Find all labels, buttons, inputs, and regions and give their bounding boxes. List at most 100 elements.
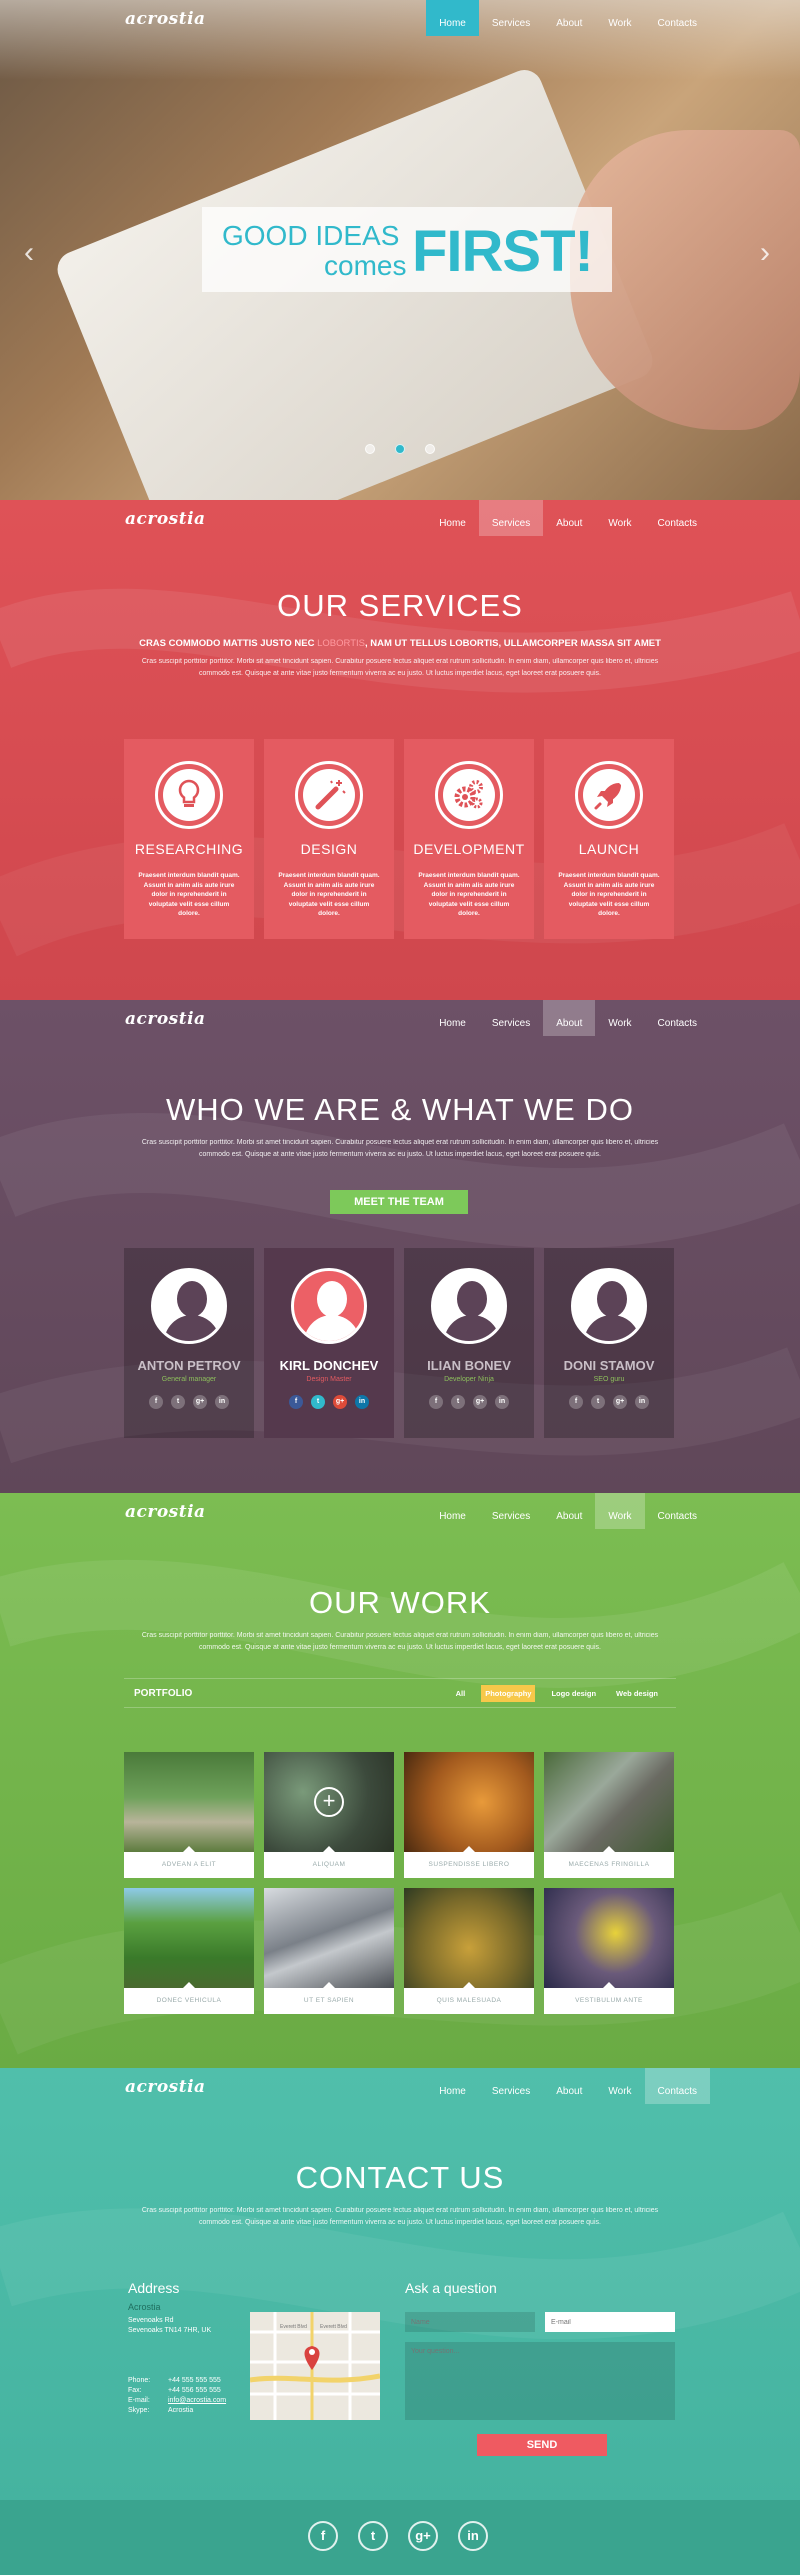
nav-home[interactable]: Home (426, 1000, 479, 1036)
linkedin-icon[interactable]: in (355, 1395, 369, 1409)
mountains-photo (264, 1888, 394, 1988)
work-text: Cras suscipit porttitor porttitor. Morbi… (141, 1632, 659, 1651)
logo[interactable]: acrostia (125, 9, 206, 29)
facebook-icon[interactable]: f (149, 1395, 163, 1409)
work-title: OUR WORK (309, 1585, 491, 1620)
facebook-icon[interactable]: f (429, 1395, 443, 1409)
logo[interactable]: acrostia (125, 1009, 206, 1029)
zoom-plus-icon[interactable]: + (314, 1787, 344, 1817)
nav-about[interactable]: About (543, 2068, 595, 2104)
svg-text:Everett Blvd: Everett Blvd (320, 2324, 347, 2330)
nav-contacts[interactable]: Contacts (644, 2068, 710, 2104)
nav-home[interactable]: Home (426, 0, 479, 36)
nav-services[interactable]: Services (479, 0, 543, 36)
nav-about[interactable]: About (543, 500, 595, 536)
portfolio-item[interactable]: VESTIBULUM ANTE (544, 1888, 674, 2014)
filter-photography[interactable]: Photography (481, 1685, 536, 1702)
headline-line3: FIRST! (412, 219, 594, 284)
cactus-photo (404, 1752, 534, 1852)
nav-menu: Home Services About Work Contacts (426, 2068, 710, 2104)
path-photo (124, 1752, 254, 1852)
portfolio-item[interactable]: DONEC VEHICULA (124, 1888, 254, 2014)
slider-dot[interactable] (425, 444, 435, 454)
nav-about[interactable]: About (543, 1000, 596, 1036)
gears-icon (443, 769, 495, 821)
twitter-icon[interactable]: t (171, 1395, 185, 1409)
chevron-left-icon[interactable]: ‹ (24, 236, 34, 270)
google-plus-icon[interactable]: g+ (613, 1395, 627, 1409)
nav-about[interactable]: About (543, 1493, 595, 1529)
map-pin-icon (304, 2346, 320, 2370)
work-nav: acrostia Home Services About Work Contac… (0, 1493, 800, 1529)
filter-all[interactable]: All (452, 1685, 470, 1702)
nav-menu: Home Services About Work Contacts (426, 0, 710, 36)
logo[interactable]: acrostia (125, 1502, 206, 1522)
twitter-icon[interactable]: t (358, 2521, 388, 2551)
nav-services[interactable]: Services (479, 2068, 543, 2104)
svg-text:Everett Blvd: Everett Blvd (280, 2324, 307, 2330)
nav-work[interactable]: Work (595, 0, 644, 36)
location-map[interactable]: Everett Blvd Everett Blvd (250, 2312, 380, 2420)
contact-section: acrostia Home Services About Work Contac… (0, 2068, 800, 2500)
question-textarea[interactable] (405, 2342, 675, 2420)
team-cards: ANTON PETROV General manager f t g+ in KIRL… (124, 1248, 674, 1438)
nav-about[interactable]: About (543, 0, 595, 36)
name-input[interactable] (405, 2312, 535, 2332)
nav-menu: Home Services About Work Contacts (426, 1493, 710, 1529)
email-link[interactable]: info@acrostia.com (168, 2396, 226, 2406)
facebook-icon[interactable]: f (289, 1395, 303, 1409)
chevron-right-icon[interactable]: › (760, 236, 770, 270)
email-input[interactable] (545, 2312, 675, 2332)
nav-contacts[interactable]: Contacts (645, 500, 710, 536)
nav-contacts[interactable]: Contacts (645, 0, 710, 36)
magic-wand-icon (303, 769, 355, 821)
nav-home[interactable]: Home (426, 1493, 479, 1529)
send-button[interactable]: SEND (477, 2434, 607, 2456)
twitter-icon[interactable]: t (451, 1395, 465, 1409)
nav-services[interactable]: Services (478, 500, 544, 536)
avatar (431, 1268, 507, 1344)
twitter-icon[interactable]: t (311, 1395, 325, 1409)
linkedin-icon[interactable]: in (635, 1395, 649, 1409)
avatar (291, 1268, 367, 1344)
slider-dot-active[interactable] (395, 444, 405, 454)
meet-team-button[interactable]: MEET THE TEAM (330, 1190, 468, 1214)
filter-logo-design[interactable]: Logo design (547, 1685, 600, 1702)
google-plus-icon[interactable]: g+ (333, 1395, 347, 1409)
nav-services[interactable]: Services (479, 1493, 543, 1529)
slider-dot[interactable] (365, 444, 375, 454)
nav-work[interactable]: Work (595, 500, 644, 536)
nav-home[interactable]: Home (426, 2068, 479, 2104)
twitter-icon[interactable]: t (591, 1395, 605, 1409)
waterfall-photo (544, 1752, 674, 1852)
google-plus-icon[interactable]: g+ (193, 1395, 207, 1409)
linkedin-icon[interactable]: in (215, 1395, 229, 1409)
logo[interactable]: acrostia (125, 509, 206, 529)
facebook-icon[interactable]: f (308, 2521, 338, 2551)
linkedin-icon[interactable]: in (495, 1395, 509, 1409)
services-nav: acrostia Home Services About Work Contac… (0, 500, 800, 536)
linkedin-icon[interactable]: in (458, 2521, 488, 2551)
portfolio-item[interactable]: MAECENAS FRINGILLA (544, 1752, 674, 1878)
portfolio-item[interactable]: UT ET SAPIEN (264, 1888, 394, 2014)
logo[interactable]: acrostia (125, 2077, 206, 2097)
service-card: DESIGN Praesent interdum blandit quam. A… (264, 739, 394, 939)
google-plus-icon[interactable]: g+ (473, 1395, 487, 1409)
portfolio-item[interactable]: + ALIQUAM (264, 1752, 394, 1878)
facebook-icon[interactable]: f (569, 1395, 583, 1409)
nav-contacts[interactable]: Contacts (645, 1000, 710, 1036)
google-plus-icon[interactable]: g+ (408, 2521, 438, 2551)
portfolio-item[interactable]: ADVEAN A ELIT (124, 1752, 254, 1878)
nav-work[interactable]: Work (595, 1000, 644, 1036)
filter-web-design[interactable]: Web design (612, 1685, 662, 1702)
nav-work[interactable]: Work (595, 2068, 644, 2104)
nav-home[interactable]: Home (426, 500, 479, 536)
portfolio-item[interactable]: QUIS MALESUADA (404, 1888, 534, 2014)
nav-work[interactable]: Work (595, 1493, 645, 1529)
nav-contacts[interactable]: Contacts (645, 1493, 710, 1529)
footer-socials: f t g+ in (308, 2521, 488, 2551)
nav-services[interactable]: Services (479, 1000, 543, 1036)
team-member-card: KIRL DONCHEV Design Master f t g+ in (264, 1248, 394, 1438)
portfolio-item[interactable]: SUSPENDISSE LIBERO (404, 1752, 534, 1878)
hero-section: acrostia Home Services About Work Contac… (0, 0, 800, 500)
